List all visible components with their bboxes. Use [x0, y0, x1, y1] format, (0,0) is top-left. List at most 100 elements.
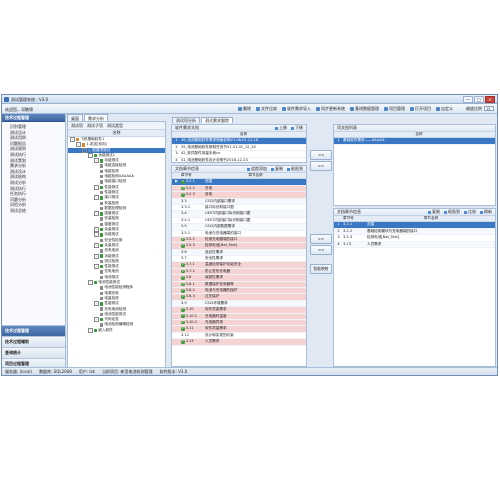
tree-add-item[interactable]: 测试项 — [71, 122, 83, 129]
expand-icon[interactable]: - — [94, 184, 99, 190]
expand-icon[interactable]: - — [82, 147, 87, 153]
link-count-badge: 2 — [181, 326, 185, 331]
toolbar-custom[interactable]: 自定义 — [436, 106, 453, 112]
remove-button[interactable]: << — [310, 245, 332, 255]
toolbar-open[interactable]: 打开项目 — [410, 106, 431, 112]
test-case-icon — [100, 286, 104, 290]
expand-icon[interactable]: - — [94, 195, 99, 201]
add-button[interactable]: >> — [310, 234, 332, 244]
paste-button[interactable]: 粘贴到 — [287, 166, 303, 172]
chapter-name: 检测电池[Bat_Test] — [367, 235, 400, 240]
smart-map-button[interactable]: 智能映射 — [310, 264, 332, 274]
test-copy-button[interactable]: 复制 — [428, 209, 440, 215]
expand-icon[interactable]: - — [94, 264, 99, 270]
tab-item-analysis[interactable]: 测试项分析 — [172, 117, 200, 123]
move-up-button[interactable]: 上移 — [275, 125, 287, 131]
row-marker: 2 — [337, 228, 340, 233]
req-doc-title-text: 软件需求文档 — [175, 125, 199, 130]
close-button[interactable]: × — [485, 96, 495, 103]
table-row[interactable]: 2 3.13 人员需求 — [172, 339, 306, 346]
expand-icon[interactable]: - — [94, 227, 99, 233]
chapter-name: 检测充电器端的接口 — [205, 236, 238, 241]
test-compare-button[interactable]: 比较 — [464, 209, 476, 215]
test-refresh-button[interactable]: 刷新 — [480, 209, 492, 215]
chapter-name: 温度检测保护功能安全 — [205, 262, 241, 267]
table-row[interactable]: 1 基础软件需求——AAAAA — [334, 138, 495, 145]
chapter-code-text: 3.10.2 — [185, 319, 198, 324]
maximize-button[interactable]: □ — [474, 96, 484, 103]
status-version: 软件版本: V3.0 — [159, 369, 188, 374]
expand-icon[interactable]: - — [94, 317, 99, 323]
row-marker — [172, 199, 181, 204]
folder-icon — [100, 233, 104, 237]
row-number: 4 — [175, 157, 178, 162]
expand-icon[interactable]: - — [88, 327, 93, 333]
toolbar-import[interactable]: 软件需求导入 — [282, 106, 311, 112]
tab-desktop[interactable]: 桌面 — [67, 114, 83, 121]
toolbar-sync[interactable]: 同步更新系统 — [316, 106, 345, 112]
list-remove-button[interactable]: >> — [310, 161, 332, 171]
tree-add-subitem[interactable]: 测试子项 — [87, 122, 103, 129]
sync-icon — [316, 106, 320, 111]
expand-icon[interactable]: - — [88, 280, 93, 286]
nav-section-tech[interactable]: 技术过程管理 — [2, 325, 65, 336]
test-chapter-rows: 1 3.2.1 范围 2 3.2.2 基础检测模块与充电器端的接口 3 3.2.3 检测电池[B… — [334, 222, 495, 248]
expand-icon[interactable]: - — [94, 158, 99, 164]
chapter-code-text: 3.11 — [185, 326, 194, 331]
test-case-icon — [100, 201, 104, 205]
nav-section-aux[interactable]: 技术过程辅助 — [2, 336, 65, 347]
list-add-button[interactable]: << — [310, 150, 332, 160]
toolbar-compare[interactable]: 文件比较 — [256, 106, 277, 112]
tab-req-analysis[interactable]: 需求分析 — [84, 114, 108, 121]
req-doc-rows: 1 36_电池基础软件需求规格说明V1.08.01.12.18 2 35_电池基础软件… — [172, 138, 306, 162]
test-paste-button[interactable]: 粘贴到 — [444, 209, 460, 215]
link-count-badge: 2 — [181, 294, 185, 299]
zoom-control: 缩放比例 15 — [466, 106, 494, 112]
expand-icon[interactable]: - — [76, 142, 81, 148]
nav-item[interactable]: 测试总结 — [10, 208, 65, 214]
chapter-name: 电池与充电器的保护 — [205, 288, 238, 293]
chapter-name: 安全性需求 — [205, 256, 223, 261]
row-marker — [172, 275, 181, 280]
test-chapter-buttons: 复制 粘贴到 比较 刷新 — [428, 209, 492, 215]
expand-icon[interactable]: - — [94, 243, 99, 249]
expand-icon[interactable]: - — [94, 232, 99, 238]
expand-icon[interactable]: - — [94, 211, 99, 217]
chapter-name: CSCI内部接口需求 — [205, 198, 235, 203]
expand-icon[interactable]: - — [94, 253, 99, 259]
test-case-icon — [100, 259, 104, 264]
toolbar-baseline[interactable]: 基线数据管理 — [350, 106, 379, 112]
table-row[interactable]: 4 41_电池基础软件设计说明书2018-12-23 — [172, 157, 306, 162]
expand-icon[interactable]: - — [70, 137, 75, 143]
link-count-badge: 2 — [181, 185, 185, 191]
expand-icon[interactable]: - — [94, 301, 99, 307]
main-tabs: 测试项分析 测试需求跟踪 — [172, 117, 233, 123]
chapter-code-text: 3.8.2 — [185, 288, 195, 293]
row-marker: 3 — [337, 235, 340, 240]
tab-req-trace[interactable]: 测试需求跟踪 — [201, 117, 233, 123]
test-case-icon — [100, 169, 104, 174]
copy-button[interactable]: 复制 — [271, 166, 283, 172]
zoom-label: 缩放比例 — [466, 105, 482, 111]
chapter-code-text: 3.3 — [181, 198, 187, 203]
row-marker — [172, 326, 181, 331]
move-down-button[interactable]: 下移 — [291, 125, 303, 131]
nav-section-query[interactable]: 查询统计 — [2, 347, 65, 358]
minimize-button[interactable]: — — [463, 96, 473, 103]
toolbar-project[interactable]: 项目管理 — [384, 106, 405, 112]
chapter-name: UEST内部接口标识和接口图 — [205, 211, 251, 216]
test-chapter-title: 文档章节信息 复制 粘贴到 比较 刷新 — [334, 209, 495, 216]
expand-icon[interactable]: - — [88, 153, 93, 159]
nav-header[interactable]: 技术过程管理 — [2, 114, 65, 122]
tree-test-type[interactable]: 测试类型 — [107, 122, 123, 129]
table-row[interactable]: 4 3.13 人员需求 — [334, 241, 495, 248]
link-count-badge: 2 — [181, 192, 185, 197]
zoom-input[interactable]: 15 — [484, 106, 494, 111]
trace-add-button[interactable]: 追踪添加 — [247, 166, 267, 172]
toolbar-delete[interactable]: 删除 — [238, 106, 251, 112]
chapter-code: 2 3.11 — [181, 326, 205, 331]
folder-icon — [100, 254, 104, 258]
folder-icon — [100, 318, 104, 322]
test-case-icon — [100, 206, 104, 211]
tree-node[interactable]: - 嵌入软件 — [68, 328, 165, 333]
